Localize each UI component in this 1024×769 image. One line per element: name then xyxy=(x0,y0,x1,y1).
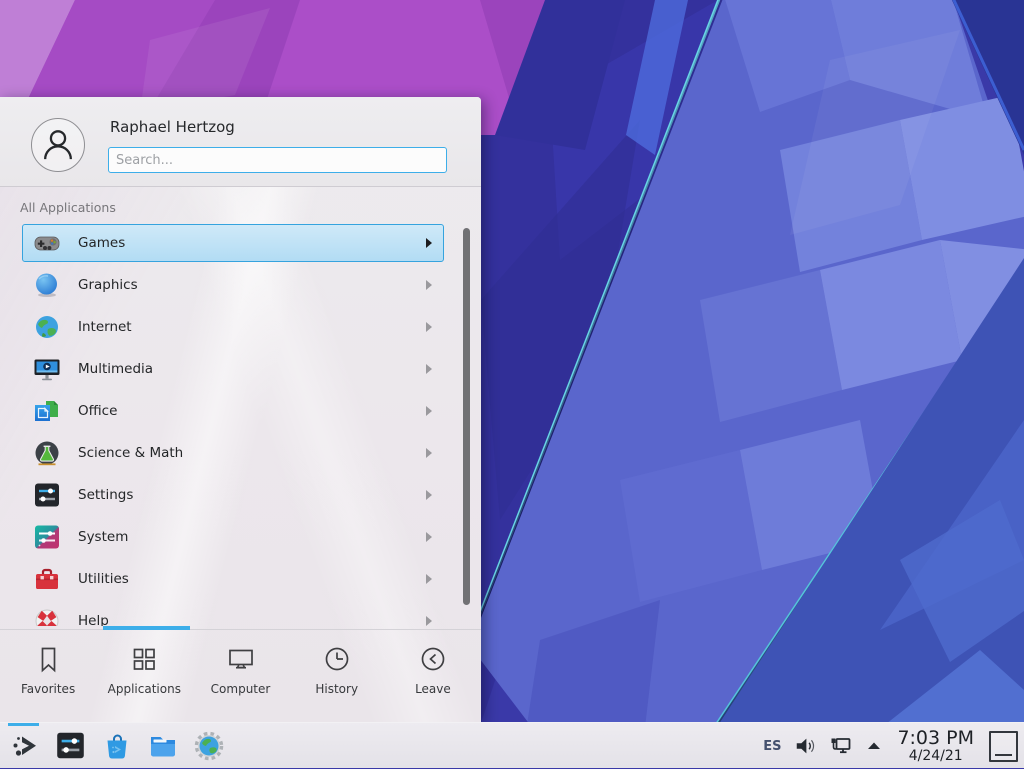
gamepad-icon xyxy=(33,229,61,257)
clock-time: 7:03 PM xyxy=(897,729,974,749)
tab-computer[interactable]: Computer xyxy=(192,630,288,722)
app-grid-icon xyxy=(129,644,159,674)
settings-sliders-icon xyxy=(33,481,61,509)
category-label: Graphics xyxy=(78,277,426,293)
show-desktop-widget[interactable] xyxy=(989,731,1018,762)
submenu-arrow-icon xyxy=(426,616,432,626)
category-row-settings[interactable]: Settings xyxy=(22,476,444,514)
utilities-toolbox-icon xyxy=(33,565,61,593)
system-settings-icon[interactable] xyxy=(54,729,87,762)
system-tray: ES 7:03 PM 4/24/21 xyxy=(763,723,1018,769)
category-row-system[interactable]: System xyxy=(22,518,444,556)
leave-icon xyxy=(418,644,448,674)
category-row-help[interactable]: Help xyxy=(22,602,444,626)
clock-date: 4/24/21 xyxy=(909,749,963,764)
keyboard-layout-indicator[interactable]: ES xyxy=(763,739,781,754)
category-label: Internet xyxy=(78,319,426,335)
category-row-office[interactable]: Office xyxy=(22,392,444,430)
kde-launcher-icon[interactable] xyxy=(8,729,41,762)
submenu-arrow-icon xyxy=(426,490,432,500)
taskbar-panel: ES 7:03 PM 4/24/21 xyxy=(0,722,1024,768)
tab-history[interactable]: History xyxy=(289,630,385,722)
dolphin-folder-icon[interactable] xyxy=(146,729,179,762)
multimedia-icon xyxy=(33,355,61,383)
menu-header: Raphael Hertzog xyxy=(0,97,481,187)
browser-globe-gear-icon[interactable] xyxy=(192,729,225,762)
category-row-multimedia[interactable]: Multimedia xyxy=(22,350,444,388)
category-row-games[interactable]: Games xyxy=(22,224,444,262)
tab-label: Applications xyxy=(108,682,181,696)
user-person-icon xyxy=(35,122,81,168)
tab-label: Favorites xyxy=(21,682,75,696)
category-row-graphics[interactable]: Graphics xyxy=(22,266,444,304)
category-label: System xyxy=(78,529,426,545)
bookmark-icon xyxy=(33,644,63,674)
submenu-arrow-icon xyxy=(426,322,432,332)
category-label: Help xyxy=(78,613,426,626)
submenu-arrow-icon xyxy=(426,364,432,374)
submenu-arrow-icon xyxy=(426,238,432,248)
globe-icon xyxy=(33,313,61,341)
submenu-arrow-icon xyxy=(426,532,432,542)
help-lifebuoy-icon xyxy=(33,607,61,626)
kickoff-tab-bar: Favorites Applications Computer xyxy=(0,630,481,722)
category-row-science-math[interactable]: Science & Math xyxy=(22,434,444,472)
discover-bag-icon[interactable] xyxy=(100,729,133,762)
category-row-utilities[interactable]: Utilities xyxy=(22,560,444,598)
science-flask-icon xyxy=(33,439,61,467)
user-avatar[interactable] xyxy=(31,118,85,172)
application-launcher-menu: Raphael Hertzog All Applications Games xyxy=(0,97,481,722)
category-label: Games xyxy=(78,235,426,251)
user-name: Raphael Hertzog xyxy=(110,118,235,136)
wired-network-icon[interactable] xyxy=(829,734,853,758)
category-row-internet[interactable]: Internet xyxy=(22,308,444,346)
category-label: Office xyxy=(78,403,426,419)
system-sliders-icon xyxy=(33,523,61,551)
volume-icon[interactable] xyxy=(794,735,816,757)
category-label: Utilities xyxy=(78,571,426,587)
tab-label: Computer xyxy=(211,682,271,696)
category-label: Settings xyxy=(78,487,426,503)
taskbar-launchers xyxy=(0,729,225,762)
submenu-arrow-icon xyxy=(426,406,432,416)
tab-label: Leave xyxy=(415,682,451,696)
graphics-ball-icon xyxy=(33,271,61,299)
tab-applications[interactable]: Applications xyxy=(96,630,192,722)
clock-icon xyxy=(322,644,352,674)
computer-icon xyxy=(226,644,256,674)
expand-tray-arrow-icon[interactable] xyxy=(866,738,882,754)
digital-clock[interactable]: 7:03 PM 4/24/21 xyxy=(897,729,974,764)
tab-favorites[interactable]: Favorites xyxy=(0,630,96,722)
office-docs-icon xyxy=(33,397,61,425)
application-category-list: Games Graphics Internet xyxy=(0,224,481,626)
section-label-all-applications: All Applications xyxy=(20,200,116,215)
submenu-arrow-icon xyxy=(426,280,432,290)
submenu-arrow-icon xyxy=(426,448,432,458)
category-label: Science & Math xyxy=(78,445,426,461)
tab-label: History xyxy=(315,682,358,696)
submenu-arrow-icon xyxy=(426,574,432,584)
list-scrollbar[interactable] xyxy=(463,228,470,605)
tab-leave[interactable]: Leave xyxy=(385,630,481,722)
search-input[interactable] xyxy=(108,147,447,173)
launcher-active-indicator xyxy=(8,723,39,726)
category-label: Multimedia xyxy=(78,361,426,377)
